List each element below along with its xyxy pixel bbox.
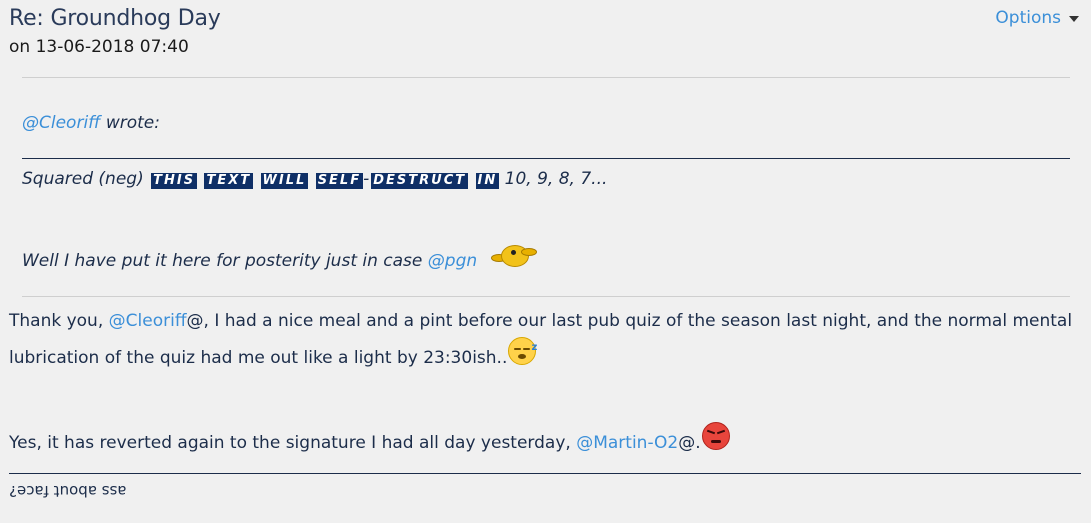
paragraph-text: Thank you, <box>9 311 109 331</box>
squared-suffix: 10, 9, 8, 7... <box>499 169 608 189</box>
squared-text-line: Squared (neg) THIS TEXT WILL SELF - DESTRU… <box>22 169 608 189</box>
quote-author: @Cleoriff wrote: <box>22 113 160 133</box>
sleepy-face-icon: z <box>508 337 537 365</box>
message-paragraph-1: Thank you, @Cleoriff@, I had a nice meal… <box>9 306 1079 374</box>
chevron-down-icon[interactable] <box>1069 16 1079 22</box>
options-menu[interactable]: Options <box>995 8 1079 28</box>
mention-link-cleoriff[interactable]: @Cleoriff <box>22 113 100 133</box>
quote-bottom-divider <box>22 296 1070 297</box>
squared-word: DESTRUCT <box>371 173 469 189</box>
wrote-label: wrote: <box>100 113 160 133</box>
post-date: on 13-06-2018 07:40 <box>9 37 189 57</box>
posterity-text: Well I have put it here for posterity ju… <box>22 251 428 271</box>
options-label[interactable]: Options <box>995 8 1061 28</box>
posterity-line: Well I have put it here for posterity ju… <box>22 240 537 271</box>
mention-link-martin-o2[interactable]: @Martin-O2 <box>576 433 678 453</box>
post-title: Re: Groundhog Day <box>9 6 221 31</box>
signature-divider <box>9 473 1081 474</box>
squared-prefix: Squared (neg) <box>22 169 150 189</box>
paragraph-text: Yes, it has reverted again to the signat… <box>9 433 577 453</box>
paragraph-text: @. <box>678 433 701 453</box>
squared-word: IN <box>475 173 500 189</box>
bird-emoji-icon <box>490 240 537 270</box>
squared-word: SELF <box>315 173 364 189</box>
angry-face-icon <box>701 422 730 450</box>
mention-link-pgn[interactable]: @pgn <box>428 251 477 271</box>
squared-word: TEXT <box>204 173 254 189</box>
quote-inner-divider <box>22 158 1070 159</box>
squared-word: WILL <box>260 173 309 189</box>
divider <box>22 77 1070 78</box>
mention-link-cleoriff[interactable]: @Cleoriff <box>109 311 187 331</box>
message-paragraph-2: Yes, it has reverted again to the signat… <box>9 422 1079 459</box>
signature-text: ass about face? <box>9 482 127 500</box>
squared-word: THIS <box>151 173 198 189</box>
